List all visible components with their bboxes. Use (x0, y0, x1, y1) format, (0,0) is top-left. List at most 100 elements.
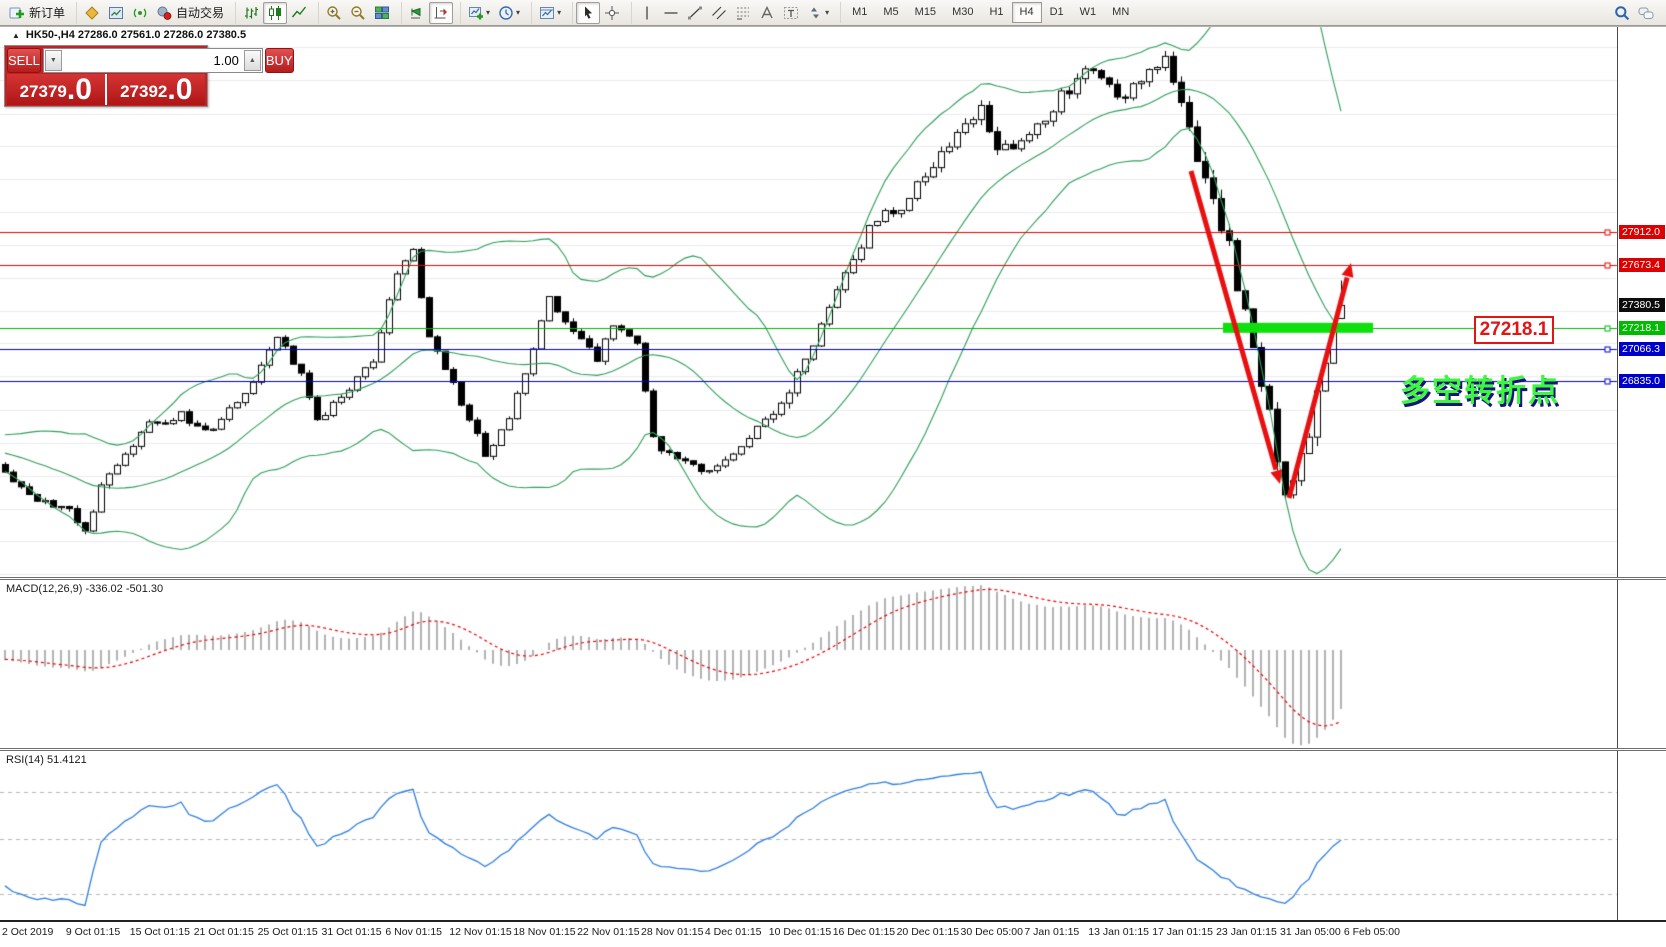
time-axis-label: 13 Jan 01:15 (1088, 926, 1150, 938)
tile-windows-icon (374, 5, 390, 21)
timeframe-h1-button[interactable]: H1 (981, 2, 1011, 23)
new-chart-button[interactable]: ▾ (464, 2, 494, 24)
timeframe-h4-button[interactable]: H4 (1011, 2, 1042, 23)
market-watch-icon (84, 5, 100, 21)
equidistant-channel-icon (711, 5, 727, 21)
timeframe-m15-button[interactable]: M15 (907, 2, 944, 23)
chart-canvas[interactable] (0, 0, 1666, 947)
candlestick-chart-icon (267, 5, 283, 21)
crosshair-button[interactable] (600, 2, 624, 24)
buy-price[interactable]: 27392.0 (107, 73, 205, 106)
time-axis-label: 16 Dec 01:15 (832, 926, 896, 938)
macd-pane-divider[interactable] (0, 577, 1666, 580)
chart-title: ▲ HK50-,H4 27286.0 27561.0 27286.0 27380… (12, 29, 246, 41)
timeframe-d1-button[interactable]: D1 (1042, 2, 1072, 23)
data-window-icon (108, 5, 124, 21)
trendline-button[interactable] (683, 2, 707, 24)
equidistant-channel-button[interactable] (707, 2, 731, 24)
time-axis-label: 15 Oct 01:15 (129, 926, 190, 938)
time-axis-label: 31 Oct 01:15 (321, 926, 382, 938)
search-button[interactable] (1610, 2, 1634, 24)
timeframe-mn-button[interactable]: MN (1104, 2, 1137, 23)
chevron-down-icon: ▾ (825, 8, 830, 17)
time-axis-divider (0, 920, 1666, 922)
time-axis-label: 9 Oct 01:15 (65, 926, 121, 938)
level-price-badge: 27066.3 (1619, 341, 1665, 356)
horizontal-line-icon (663, 5, 679, 21)
horizontal-line-button[interactable] (659, 2, 683, 24)
level-price-badge: 26835.0 (1619, 373, 1665, 388)
toolbar-group: 自动交易 (76, 1, 231, 24)
text-icon (759, 5, 775, 21)
one-click-trading-panel: SELL ▼ ▲ BUY 27379.0 27392.0 (4, 45, 294, 107)
autotrading-label: 自动交易 (176, 6, 225, 20)
time-axis-label: 2 Oct 2019 (2, 926, 54, 938)
volume-input[interactable] (62, 53, 243, 68)
cursor-icon (580, 5, 596, 21)
crosshair-icon (604, 5, 620, 21)
autotrading-icon (156, 5, 172, 21)
toolbar-group: ▾ ▾ (460, 1, 527, 24)
sell-price-main: 27379 (19, 82, 67, 101)
chat-button[interactable] (1634, 2, 1658, 24)
chart-collapse-icon[interactable]: ▲ (12, 31, 20, 40)
text-button[interactable] (755, 2, 779, 24)
time-axis-label: 20 Dec 01:15 (896, 926, 960, 938)
periods-icon (498, 5, 514, 21)
periods-button[interactable]: ▾ (494, 2, 524, 24)
pivot-annotation-text: 多空转折点 (1400, 375, 1560, 408)
zoom-out-button[interactable] (346, 2, 370, 24)
search-icon (1614, 5, 1630, 21)
time-axis-label: 18 Nov 01:15 (513, 926, 576, 938)
vertical-line-button[interactable] (635, 2, 659, 24)
new-order-label: 新订单 (29, 6, 66, 20)
volume-up-button[interactable]: ▲ (243, 50, 261, 71)
volume-down-button[interactable]: ▼ (44, 50, 62, 71)
chevron-down-icon: ▾ (516, 8, 521, 17)
time-axis-label: 21 Oct 01:15 (193, 926, 254, 938)
new-order-button[interactable]: 新订单 (5, 2, 69, 24)
toolbar-group (401, 1, 456, 24)
timeframe-m1-button[interactable]: M1 (844, 2, 875, 23)
signals-icon (132, 5, 148, 21)
candlestick-chart-button[interactable] (263, 1, 288, 24)
timeframe-m30-button[interactable]: M30 (944, 2, 981, 23)
sell-button[interactable]: SELL (7, 48, 41, 73)
market-watch-button[interactable] (80, 2, 104, 24)
toolbar-group (318, 1, 397, 24)
trendline-icon (687, 5, 703, 21)
time-axis-label: 17 Jan 01:15 (1152, 926, 1213, 938)
sell-price[interactable]: 27379.0 (7, 74, 107, 105)
fibonacci-button[interactable] (731, 2, 755, 24)
time-axis-label: 7 Jan 01:15 (1024, 926, 1080, 938)
sell-price-big: .0 (66, 73, 92, 106)
zoom-in-button[interactable] (322, 2, 346, 24)
line-chart-button[interactable] (287, 2, 311, 24)
signals-button[interactable] (128, 2, 152, 24)
bar-chart-button[interactable] (239, 2, 263, 24)
zoom-in-icon (326, 5, 342, 21)
chat-icon (1638, 5, 1654, 21)
buy-price-big: .0 (167, 73, 193, 106)
toolbar-right (1610, 2, 1658, 24)
time-axis-label: 23 Jan 01:15 (1216, 926, 1277, 938)
buy-button[interactable]: BUY (264, 48, 294, 73)
cursor-button[interactable] (576, 1, 601, 24)
rsi-pane-divider[interactable] (0, 748, 1666, 751)
text-label-button[interactable] (779, 2, 803, 24)
templates-button[interactable]: ▾ (535, 2, 565, 24)
timeframe-bar: M1 M5 M15 M30 H1 H4 D1 W1 MN (840, 2, 1140, 23)
tile-windows-button[interactable] (370, 2, 394, 24)
macd-indicator-label: MACD(12,26,9) -336.02 -501.30 (6, 583, 164, 595)
autotrading-button[interactable]: 自动交易 (152, 2, 228, 24)
timeframe-m5-button[interactable]: M5 (875, 2, 906, 23)
level-callout-label: 27218.1 (1474, 316, 1554, 344)
toolbar-group: ▾ (531, 1, 568, 24)
data-window-button[interactable] (104, 2, 128, 24)
volume-stepper: ▼ ▲ (42, 48, 263, 73)
time-axis-label: 25 Oct 01:15 (257, 926, 318, 938)
timeframe-w1-button[interactable]: W1 (1072, 2, 1105, 23)
arrows-button[interactable]: ▾ (803, 2, 833, 24)
auto-scroll-button[interactable] (405, 2, 429, 24)
chart-shift-button[interactable] (429, 1, 454, 24)
